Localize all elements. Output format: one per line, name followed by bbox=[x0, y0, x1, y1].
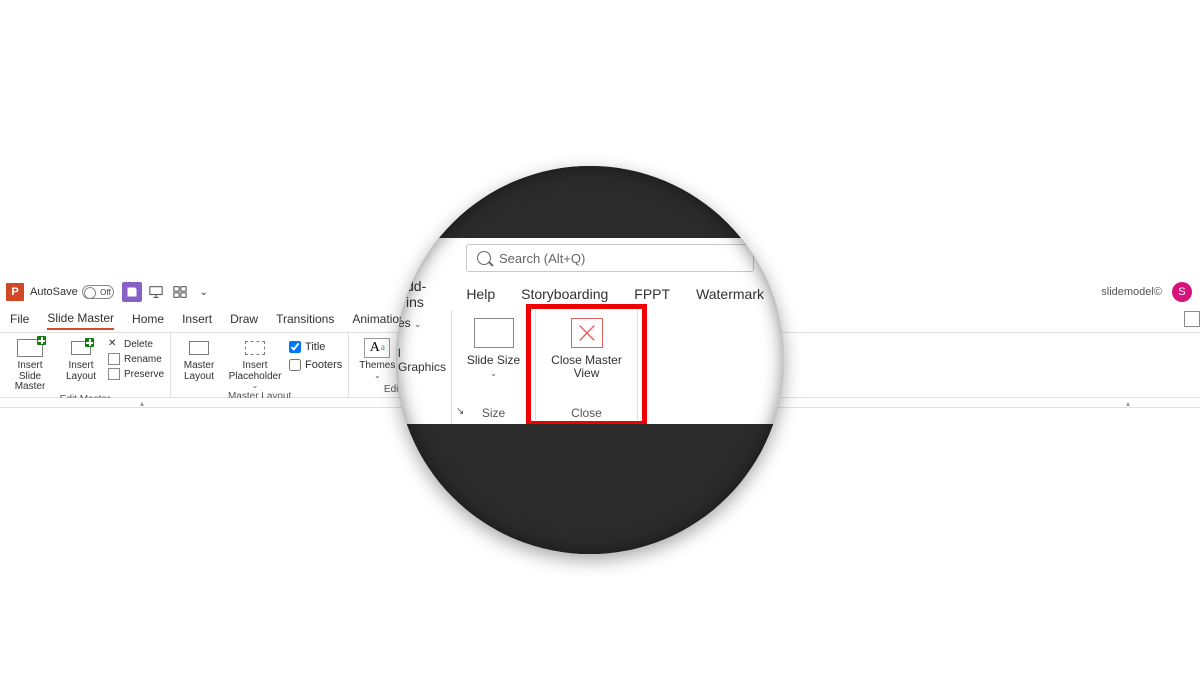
group-edit-master: Insert Slide Master Insert Layout ✕Delet… bbox=[0, 333, 171, 397]
slide-size-icon bbox=[474, 318, 514, 348]
magnifier-lens: Search (Alt+Q) dd-ins Help Storyboarding… bbox=[396, 166, 784, 554]
delete-button[interactable]: ✕Delete bbox=[108, 337, 164, 351]
autosave-toggle[interactable]: AutoSave Off bbox=[30, 285, 114, 299]
save-button[interactable] bbox=[122, 282, 142, 302]
placeholder-icon bbox=[245, 341, 265, 355]
trash-icon: ✕ bbox=[108, 338, 120, 350]
themes-aa-icon: Aa bbox=[364, 338, 390, 358]
tab-add-ins-partial[interactable]: dd-ins bbox=[406, 278, 440, 310]
lens-edge-partial: es ⌄ l Graphics ↘ bbox=[396, 310, 452, 424]
dialog-launcher-icon[interactable]: ↘ bbox=[456, 406, 464, 417]
themes-button[interactable]: Aa Themes ⌄ bbox=[355, 337, 399, 380]
master-layout-button[interactable]: Master Layout bbox=[177, 337, 221, 382]
avatar[interactable]: S bbox=[1172, 282, 1192, 302]
lens-dark-bg bbox=[396, 424, 784, 554]
group-master-layout: Master Layout Insert Placeholder ⌄ Title… bbox=[171, 333, 349, 397]
collapse-arrow-icon[interactable]: ▴ bbox=[140, 399, 144, 408]
tab-fppt[interactable]: FPPT bbox=[634, 286, 670, 302]
insert-slide-master-button[interactable]: Insert Slide Master bbox=[6, 337, 54, 393]
slide-icon bbox=[17, 339, 43, 357]
tab-file[interactable]: File bbox=[10, 309, 29, 329]
slide-size-button[interactable]: Slide Size ⌄ bbox=[464, 318, 523, 378]
layout-icon bbox=[189, 341, 209, 355]
insert-layout-button[interactable]: Insert Layout bbox=[60, 337, 102, 382]
lens-search-row: Search (Alt+Q) bbox=[396, 238, 784, 278]
rename-button[interactable]: Rename bbox=[108, 352, 164, 366]
plus-icon bbox=[85, 338, 94, 347]
checkbox-icon[interactable] bbox=[289, 359, 301, 371]
checkbox-icon[interactable] bbox=[289, 341, 301, 353]
present-button-icon[interactable] bbox=[1184, 311, 1200, 327]
tab-help[interactable]: Help bbox=[466, 286, 495, 302]
footers-checkbox[interactable]: Footers bbox=[289, 359, 342, 371]
lens-ribbon: es ⌄ l Graphics ↘ Slide Size ⌄ Size Clos… bbox=[396, 310, 784, 424]
plus-icon bbox=[37, 336, 46, 345]
tab-draw[interactable]: Draw bbox=[230, 309, 258, 329]
insert-placeholder-button[interactable]: Insert Placeholder ⌄ bbox=[227, 337, 283, 390]
rename-icon bbox=[108, 353, 120, 365]
quick-access-icon[interactable] bbox=[170, 282, 190, 302]
account-name[interactable]: slidemodel© bbox=[1101, 286, 1162, 298]
tab-slide-master[interactable]: Slide Master bbox=[47, 308, 114, 330]
layout-icon bbox=[71, 341, 91, 355]
autosave-label: AutoSave bbox=[30, 286, 78, 298]
search-placeholder: Search (Alt+Q) bbox=[499, 251, 585, 266]
preserve-button[interactable]: Preserve bbox=[108, 367, 164, 381]
lens-blank-area bbox=[638, 310, 784, 424]
highlight-frame bbox=[526, 304, 647, 426]
present-from-beginning-icon[interactable] bbox=[146, 282, 166, 302]
tab-insert[interactable]: Insert bbox=[182, 309, 212, 329]
tab-home[interactable]: Home bbox=[132, 309, 164, 329]
collapse-arrow-icon[interactable]: ▴ bbox=[1126, 399, 1130, 408]
powerpoint-logo-icon bbox=[6, 283, 24, 301]
group-label: Size bbox=[482, 406, 505, 420]
qat-overflow-button[interactable]: ⌄ bbox=[194, 282, 214, 302]
lens-dark-bg bbox=[396, 166, 784, 238]
group-size: Slide Size ⌄ Size bbox=[452, 310, 536, 424]
group-close: Close Master View Close bbox=[536, 310, 638, 424]
toggle-off-icon[interactable]: Off bbox=[82, 285, 114, 299]
search-input[interactable]: Search (Alt+Q) bbox=[466, 244, 754, 272]
tab-storyboarding[interactable]: Storyboarding bbox=[521, 286, 608, 302]
title-checkbox[interactable]: Title bbox=[289, 341, 342, 353]
tab-transitions[interactable]: Transitions bbox=[276, 309, 334, 329]
tab-watermark[interactable]: Watermark bbox=[696, 286, 764, 302]
preserve-icon bbox=[108, 368, 120, 380]
search-icon bbox=[477, 251, 491, 265]
